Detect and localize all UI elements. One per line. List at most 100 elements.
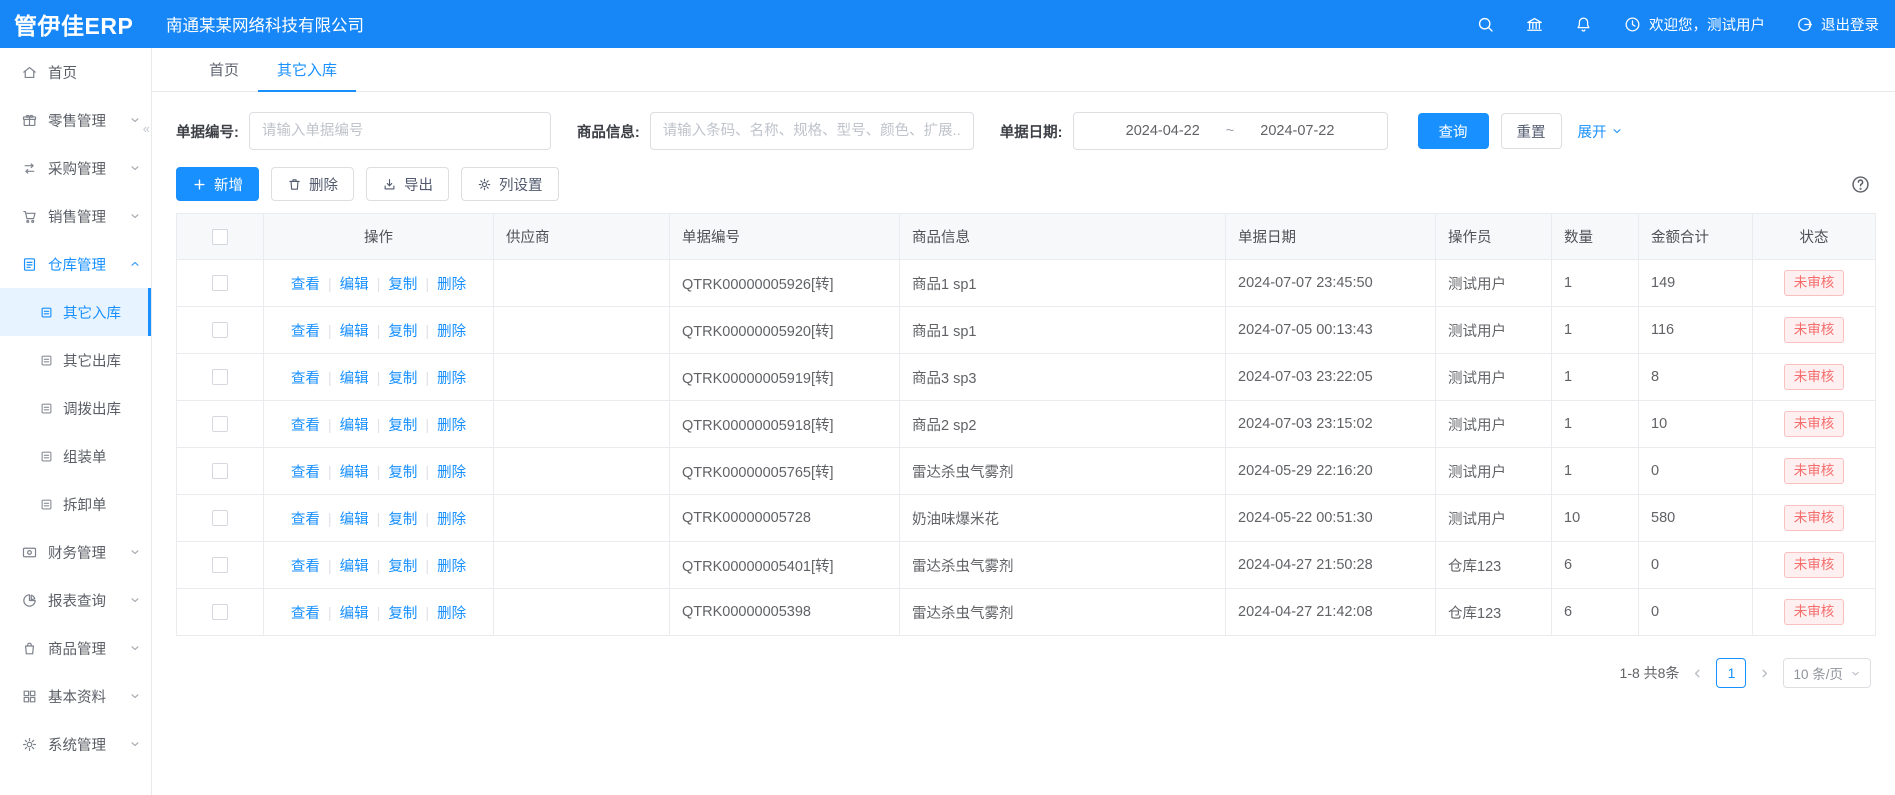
chevron-down-icon: [129, 162, 141, 174]
date-range-input[interactable]: 2024-04-22 ~ 2024-07-22: [1073, 112, 1388, 150]
bell-icon[interactable]: [1574, 15, 1593, 34]
view-link[interactable]: 查看: [291, 465, 320, 481]
view-link[interactable]: 查看: [291, 559, 320, 575]
page-number[interactable]: 1: [1716, 658, 1746, 688]
copy-link[interactable]: 复制: [369, 418, 418, 434]
tab-other-inbound[interactable]: 其它入库: [258, 48, 356, 91]
date-start[interactable]: 2024-04-22: [1126, 123, 1200, 139]
select-all-checkbox[interactable]: [212, 229, 228, 245]
sidebar-item-basedata[interactable]: 基本资料: [0, 672, 151, 720]
bank-icon[interactable]: [1525, 15, 1544, 34]
chevron-down-icon: [129, 546, 141, 558]
delete-link[interactable]: 删除: [417, 277, 466, 293]
copy-link[interactable]: 复制: [369, 277, 418, 293]
sidebar-item-home[interactable]: 首页: [0, 48, 151, 96]
sidebar-item-other-inbound[interactable]: 其它入库: [0, 288, 151, 336]
row-checkbox[interactable]: [212, 416, 228, 432]
header-supplier: 供应商: [494, 214, 670, 260]
delete-link[interactable]: 删除: [417, 559, 466, 575]
delete-link[interactable]: 删除: [417, 371, 466, 387]
sidebar-item-disassembly[interactable]: 拆卸单: [0, 480, 151, 528]
edit-link[interactable]: 编辑: [320, 371, 369, 387]
view-link[interactable]: 查看: [291, 324, 320, 340]
edit-link[interactable]: 编辑: [320, 277, 369, 293]
edit-link[interactable]: 编辑: [320, 324, 369, 340]
sidebar-item-purchase[interactable]: 采购管理: [0, 144, 151, 192]
help-icon[interactable]: [1850, 174, 1871, 195]
sidebar-item-other-outbound[interactable]: 其它出库: [0, 336, 151, 384]
table-row: 查看编辑复制删除 QTRK00000005728 奶油味爆米花 2024-05-…: [177, 495, 1876, 542]
export-button[interactable]: 导出: [366, 167, 449, 201]
copy-link[interactable]: 复制: [369, 559, 418, 575]
product-info-input[interactable]: [650, 112, 974, 150]
logout-button[interactable]: 退出登录: [1795, 14, 1879, 35]
cell-date: 2024-05-29 22:16:20: [1226, 448, 1436, 495]
delete-link[interactable]: 删除: [417, 606, 466, 622]
copy-link[interactable]: 复制: [369, 324, 418, 340]
cell-doc-no: QTRK00000005401[转]: [670, 542, 900, 589]
column-settings-button[interactable]: 列设置: [461, 167, 559, 201]
header-amount: 金额合计: [1639, 214, 1753, 260]
copy-link[interactable]: 复制: [369, 465, 418, 481]
page-size-select[interactable]: 10 条/页: [1783, 658, 1871, 688]
edit-link[interactable]: 编辑: [320, 512, 369, 528]
row-checkbox[interactable]: [212, 557, 228, 573]
sidebar-item-transfer-outbound[interactable]: 调拨出库: [0, 384, 151, 432]
doc-small-icon: [39, 497, 54, 512]
search-icon[interactable]: [1476, 15, 1495, 34]
copy-link[interactable]: 复制: [369, 606, 418, 622]
delete-link[interactable]: 删除: [417, 418, 466, 434]
cell-qty: 1: [1552, 354, 1639, 401]
search-button[interactable]: 查询: [1418, 113, 1489, 149]
delete-link[interactable]: 删除: [417, 512, 466, 528]
view-link[interactable]: 查看: [291, 371, 320, 387]
prev-page-icon[interactable]: [1691, 667, 1704, 680]
add-label: 新增: [214, 174, 243, 195]
delete-link[interactable]: 删除: [417, 465, 466, 481]
row-checkbox[interactable]: [212, 322, 228, 338]
sidebar-item-products[interactable]: 商品管理: [0, 624, 151, 672]
sidebar-item-label: 采购管理: [48, 158, 106, 179]
reset-button[interactable]: 重置: [1501, 113, 1562, 149]
logout-text: 退出登录: [1821, 14, 1879, 35]
sidebar-collapse-handle[interactable]: «: [143, 122, 150, 135]
edit-link[interactable]: 编辑: [320, 606, 369, 622]
sidebar-item-label: 首页: [48, 62, 77, 83]
expand-link[interactable]: 展开: [1578, 121, 1623, 142]
doc-date-label: 单据日期:: [1000, 121, 1063, 142]
date-end[interactable]: 2024-07-22: [1260, 123, 1334, 139]
delete-link[interactable]: 删除: [417, 324, 466, 340]
sidebar-item-system[interactable]: 系统管理: [0, 720, 151, 768]
add-button[interactable]: 新增: [176, 167, 259, 201]
row-checkbox[interactable]: [212, 604, 228, 620]
view-link[interactable]: 查看: [291, 277, 320, 293]
row-checkbox[interactable]: [212, 275, 228, 291]
view-link[interactable]: 查看: [291, 418, 320, 434]
cell-supplier: [494, 260, 670, 307]
copy-link[interactable]: 复制: [369, 371, 418, 387]
copy-link[interactable]: 复制: [369, 512, 418, 528]
sidebar-item-finance[interactable]: 财务管理: [0, 528, 151, 576]
cell-doc-no: QTRK00000005918[转]: [670, 401, 900, 448]
row-checkbox[interactable]: [212, 463, 228, 479]
tab-home[interactable]: 首页: [190, 48, 258, 91]
edit-link[interactable]: 编辑: [320, 559, 369, 575]
cell-doc-no: QTRK00000005926[转]: [670, 260, 900, 307]
sidebar-item-retail[interactable]: 零售管理: [0, 96, 151, 144]
sidebar-item-reports[interactable]: 报表查询: [0, 576, 151, 624]
filter-bar: 单据编号: 商品信息: 单据日期: 2024-04-22 ~ 2024-07-2…: [176, 112, 1871, 150]
chevron-down-icon: [1611, 125, 1623, 137]
sidebar-item-warehouse[interactable]: 仓库管理: [0, 240, 151, 288]
view-link[interactable]: 查看: [291, 606, 320, 622]
view-link[interactable]: 查看: [291, 512, 320, 528]
doc-no-input[interactable]: [249, 112, 551, 150]
sidebar-item-sales[interactable]: 销售管理: [0, 192, 151, 240]
edit-link[interactable]: 编辑: [320, 465, 369, 481]
next-page-icon[interactable]: [1758, 667, 1771, 680]
row-checkbox[interactable]: [212, 510, 228, 526]
row-checkbox[interactable]: [212, 369, 228, 385]
sidebar-item-assembly[interactable]: 组装单: [0, 432, 151, 480]
edit-link[interactable]: 编辑: [320, 418, 369, 434]
delete-button[interactable]: 删除: [271, 167, 354, 201]
gear-icon: [21, 736, 38, 753]
